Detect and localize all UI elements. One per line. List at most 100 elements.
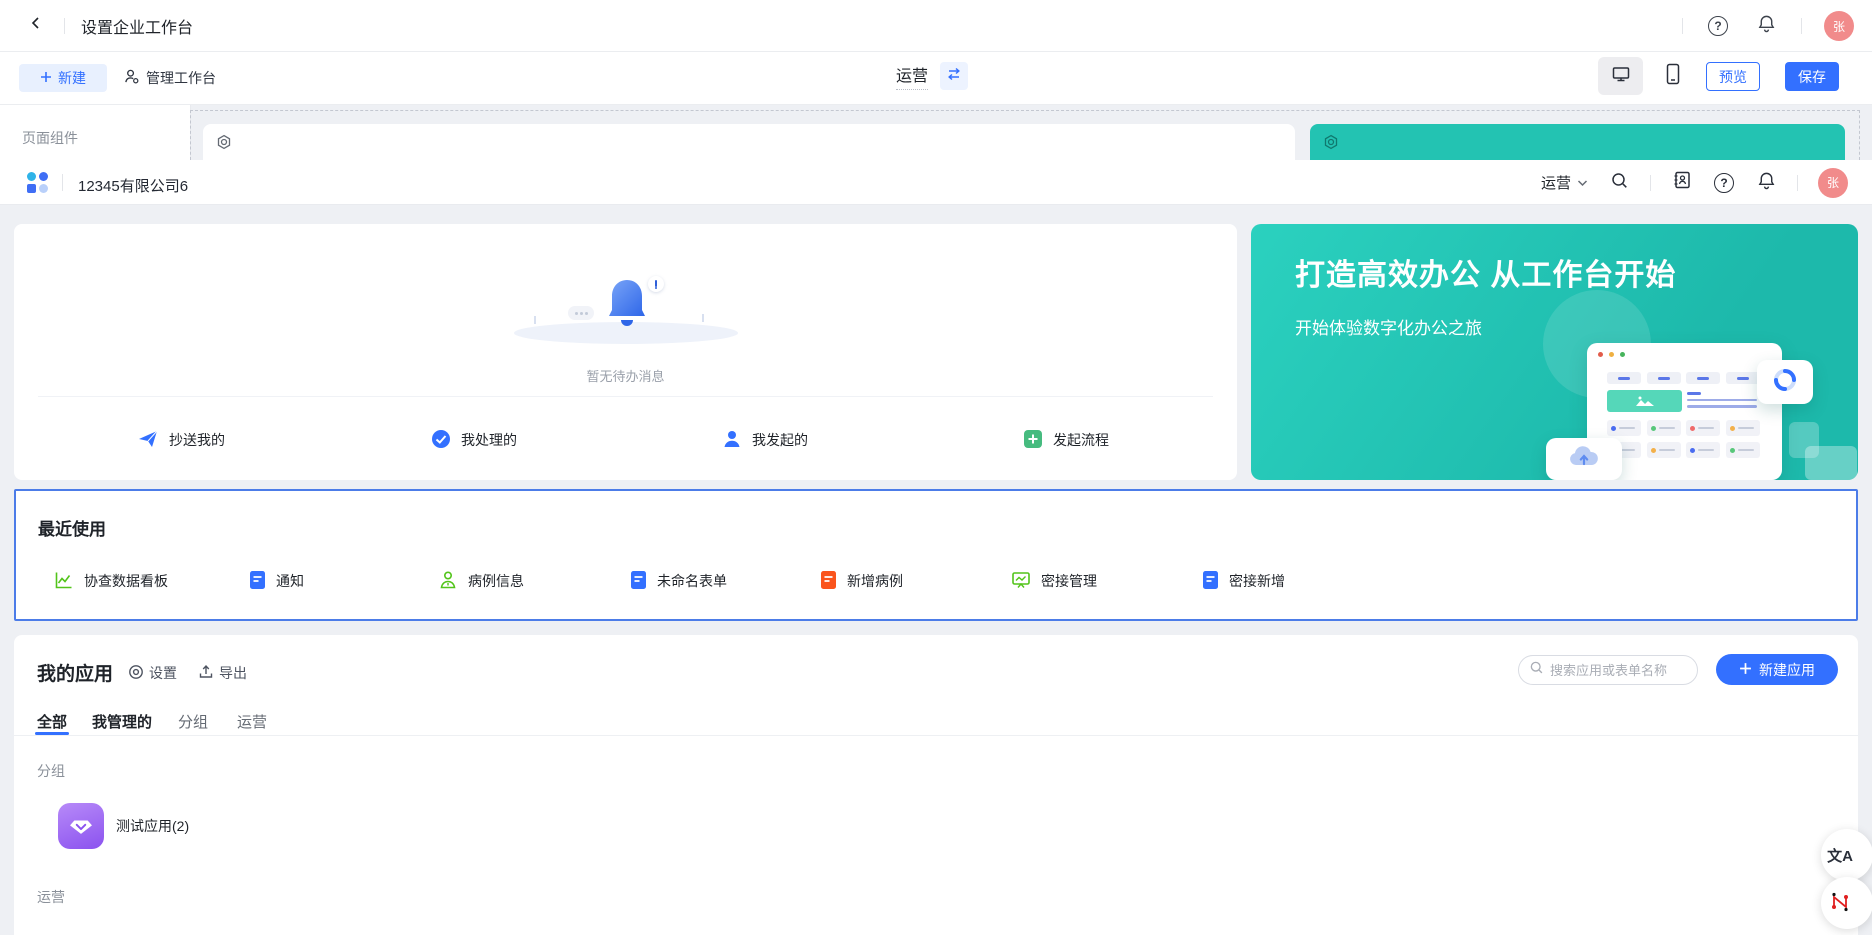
recent-used-section[interactable]: 最近使用 协查数据看板 通知 病例信息 未命名表单 新增病例 密接管理 密接新增 [14,489,1858,621]
avatar[interactable]: 张 [1824,11,1854,41]
search-icon [1610,171,1629,195]
todo-card: 暂无待办消息 抄送我的 我处理的 我发起的 发起流程 [14,224,1237,480]
quick-action-label: 我处理的 [461,430,517,450]
banner-component-wrapper[interactable] [1310,124,1845,160]
app-group-label: 测试应用(2) [116,816,189,836]
recent-item[interactable]: 密接新增 [1202,569,1285,593]
plus-icon [40,70,52,86]
screen: 设置企业工作台 ? 张 新建 管理工作台 运营 预览 保存 [0,0,1872,935]
tab-operations[interactable]: 运营 [237,711,267,732]
notifications-button[interactable] [1755,172,1777,194]
image-placeholder-icon [1607,390,1682,412]
swap-icon [946,67,962,86]
role-dropdown[interactable]: 运营 [1541,172,1588,193]
new-app-button[interactable]: 新建应用 [1716,654,1838,685]
component-settings-icon[interactable] [1323,134,1339,150]
banner-title: 打造高效办公 从工作台开始 [1295,250,1676,294]
process-map-float-button[interactable] [1821,877,1872,929]
dashboard-board-icon [1011,570,1031,593]
question-icon: ? [1708,16,1728,36]
tabs-divider [14,735,1858,736]
titlebar-divider [1801,18,1802,34]
recent-item-label: 病例信息 [468,571,524,591]
plus-square-icon [1023,429,1043,452]
recent-item[interactable]: 通知 [249,569,304,593]
titlebar: 设置企业工作台 ? 张 [0,0,1872,52]
promo-banner[interactable]: 打造高效办公 从工作台开始 开始体验数字化办公之旅 [1251,224,1858,480]
recent-item[interactable]: 新增病例 [820,569,903,593]
notifications-button[interactable] [1753,13,1779,39]
manage-workspace-button[interactable]: 管理工作台 [123,64,216,92]
node-graph-icon [1829,890,1851,917]
monitor-icon [1611,64,1631,89]
recent-item-label: 协查数据看板 [84,571,168,591]
app-search-input[interactable] [1550,663,1680,678]
my-apps-section: 我的应用 设置 导出 新建应用 全部 我管理的 分组 运营 分组 测试应用(2) [14,635,1858,935]
document-icon [820,570,837,593]
avatar[interactable]: 张 [1818,168,1848,198]
quick-action-start-process[interactable]: 发起流程 [1023,420,1109,460]
contacts-button[interactable] [1671,172,1693,194]
app-group-tile[interactable]: 测试应用(2) [58,803,189,849]
tab-all[interactable]: 全部 [37,711,67,732]
swap-button[interactable] [940,62,968,90]
save-label: 保存 [1798,67,1826,87]
company-logo [27,172,48,193]
tab-groups[interactable]: 分组 [178,711,208,732]
quick-action-started-by-me[interactable]: 我发起的 [722,420,808,460]
desktop-view-button[interactable] [1598,57,1643,95]
recent-item[interactable]: 病例信息 [438,569,524,593]
quick-action-handled-by-me[interactable]: 我处理的 [431,420,517,460]
bell-icon [1757,14,1776,38]
titlebar-divider [1682,18,1683,34]
user-icon [722,429,742,452]
new-component-button[interactable]: 新建 [19,64,107,92]
manage-workspace-label: 管理工作台 [146,68,216,88]
header-divider [1797,175,1798,191]
environment-switcher: 运营 [896,62,968,90]
components-panel-label: 页面组件 [22,128,78,148]
plus-icon [1739,662,1752,678]
my-apps-title: 我的应用 [37,659,113,686]
translate-float-button[interactable]: 文A [1821,829,1872,881]
todo-divider [38,396,1213,397]
check-circle-icon [431,429,451,452]
mobile-view-button[interactable] [1656,62,1690,90]
banner-upload-card [1546,438,1622,480]
recent-item-label: 通知 [276,571,304,591]
quick-action-cc-me[interactable]: 抄送我的 [137,420,225,460]
todo-component-wrapper[interactable] [203,124,1295,160]
help-button[interactable]: ? [1705,13,1731,39]
recent-item[interactable]: 协查数据看板 [54,569,168,593]
component-settings-icon[interactable] [216,134,232,150]
save-button[interactable]: 保存 [1785,62,1839,91]
empty-todo-text: 暂无待办消息 [14,366,1237,385]
my-apps-settings-button[interactable]: 设置 [128,662,177,684]
quick-action-label: 抄送我的 [169,430,225,450]
header-divider [62,174,63,191]
operations-section-label: 运营 [37,887,65,907]
help-button[interactable]: ? [1713,172,1735,194]
preview-label: 预览 [1719,67,1747,87]
recent-item[interactable]: 未命名表单 [630,569,727,593]
search-button[interactable] [1608,172,1630,194]
preview-button[interactable]: 预览 [1706,62,1760,91]
banner-subtitle: 开始体验数字化办公之旅 [1295,314,1482,339]
quick-action-label: 发起流程 [1053,430,1109,450]
export-icon [198,664,214,683]
chevron-left-icon [29,16,43,35]
my-apps-export-button[interactable]: 导出 [198,662,247,684]
document-icon [249,570,266,593]
recent-item-label: 密接管理 [1041,571,1097,591]
environment-label[interactable]: 运营 [896,62,928,90]
search-icon [1529,660,1544,680]
empty-todo-illustration [506,274,746,346]
speech-dots-icon [568,306,594,320]
exclamation-icon [648,276,664,292]
back-button[interactable] [24,14,48,38]
recent-item-label: 密接新增 [1229,571,1285,591]
tab-managed-by-me[interactable]: 我管理的 [92,711,152,732]
banner-sync-card [1757,360,1813,404]
new-app-label: 新建应用 [1759,660,1815,680]
recent-item[interactable]: 密接管理 [1011,569,1097,593]
